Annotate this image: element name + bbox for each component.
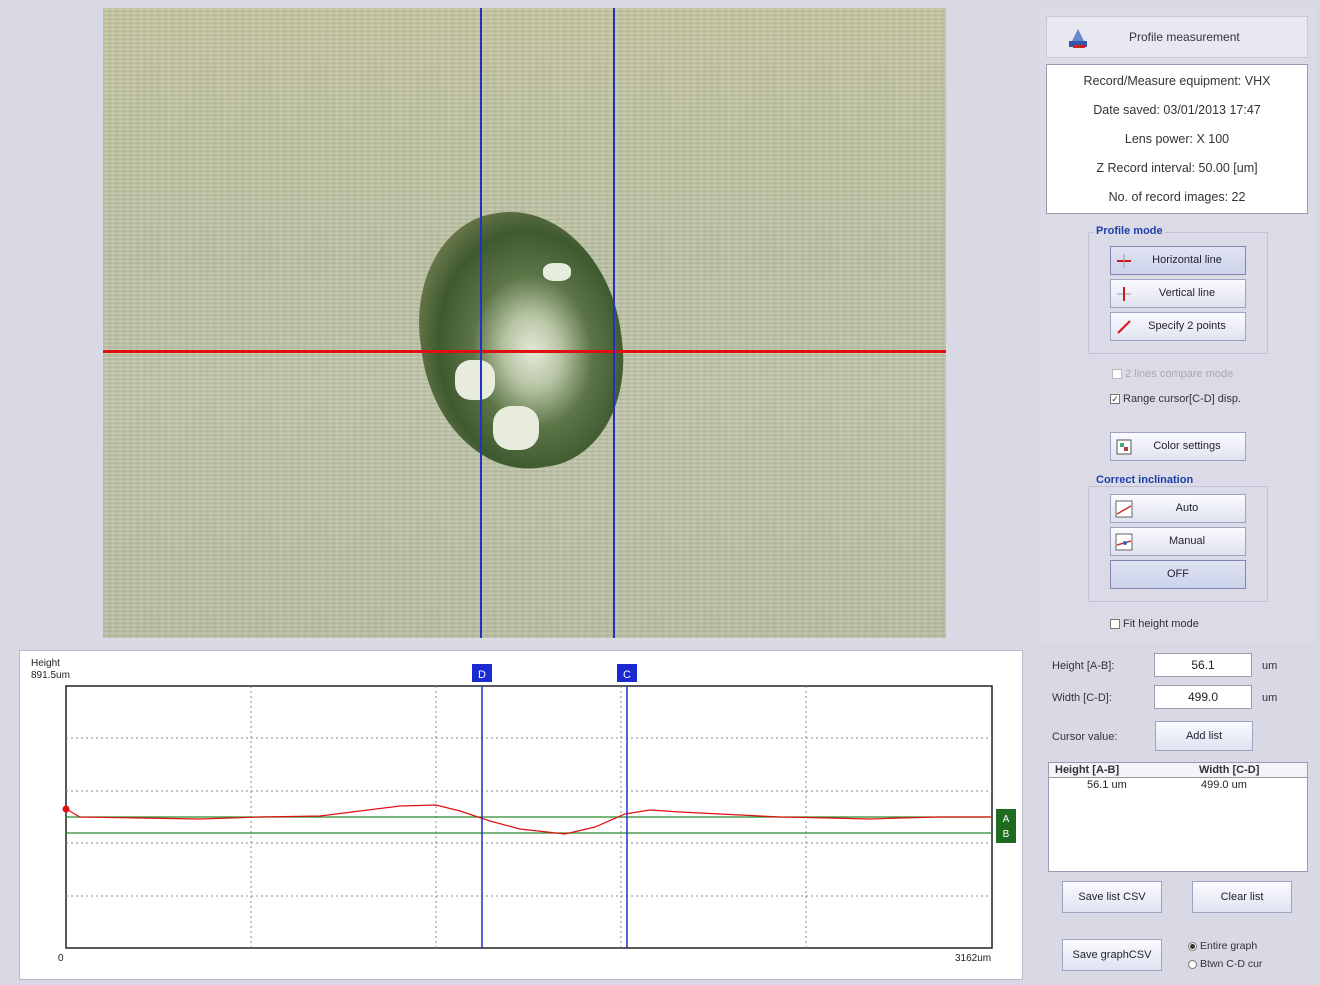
cursor-b-tab-label: B bbox=[1003, 829, 1010, 840]
cursor-c-tab-label: C bbox=[623, 669, 631, 681]
auto-inclination-icon bbox=[1115, 500, 1133, 518]
horizontal-line-button[interactable]: Horizontal line bbox=[1110, 246, 1246, 275]
list-header-height: Height [A-B] bbox=[1055, 764, 1120, 776]
cursor-value-label: Cursor value: bbox=[1052, 731, 1118, 743]
radio-selected bbox=[1188, 941, 1197, 951]
save-graph-csv-button[interactable]: Save graphCSV bbox=[1062, 939, 1162, 971]
checkbox-unchecked bbox=[1112, 369, 1122, 380]
info-date-saved: Date saved: 03/01/2013 17:47 bbox=[1093, 103, 1261, 117]
record-info-box: Record/Measure equipment: VHX Date saved… bbox=[1046, 64, 1308, 214]
list-header-width: Width [C-D] bbox=[1199, 764, 1260, 776]
cursor-a-tab-label: A bbox=[1003, 814, 1010, 825]
add-list-button[interactable]: Add list bbox=[1155, 721, 1253, 751]
width-value-field[interactable]: 499.0 bbox=[1154, 685, 1252, 709]
info-equipment: Record/Measure equipment: VHX bbox=[1083, 74, 1271, 88]
correct-inclination-label: Correct inclination bbox=[1094, 474, 1196, 486]
width-unit: um bbox=[1262, 692, 1278, 704]
microscope-image[interactable] bbox=[103, 8, 946, 638]
profile-measurement-icon bbox=[1069, 29, 1087, 48]
diagonal-line-icon bbox=[1117, 320, 1131, 334]
bright-spot bbox=[543, 263, 571, 281]
save-list-csv-button[interactable]: Save list CSV bbox=[1062, 881, 1162, 913]
radio-entire-graph[interactable]: Entire graph bbox=[1188, 940, 1257, 952]
range-cursor-checkbox[interactable]: ✓ Range cursor[C-D] disp. bbox=[1110, 393, 1241, 405]
manual-inclination-icon bbox=[1115, 533, 1133, 551]
cursor-d-tab-label: D bbox=[478, 669, 486, 681]
profile-mode-label: Profile mode bbox=[1094, 225, 1165, 237]
vertical-line-icon bbox=[1117, 287, 1131, 301]
info-z-interval: Z Record interval: 50.00 [um] bbox=[1096, 161, 1258, 175]
height-value-field[interactable]: 56.1 bbox=[1154, 653, 1252, 677]
manual-button[interactable]: Manual bbox=[1110, 527, 1246, 556]
profile-graph[interactable]: Height 891.5um 0 3162um D C A B bbox=[19, 650, 1023, 980]
profile-start-marker bbox=[62, 805, 70, 813]
measurement-list[interactable]: Height [A-B] Width [C-D] 56.1 um 499.0 u… bbox=[1048, 762, 1308, 872]
fit-height-checkbox[interactable]: Fit height mode bbox=[1110, 618, 1199, 630]
control-panel: Profile measurement Record/Measure equip… bbox=[1038, 6, 1316, 644]
radio-unselected bbox=[1188, 959, 1197, 969]
bright-spot bbox=[455, 360, 495, 400]
height-unit: um bbox=[1262, 660, 1278, 672]
checkbox-unchecked bbox=[1110, 619, 1120, 630]
cursor-c-line[interactable] bbox=[613, 8, 615, 638]
panel-title-bar: Profile measurement bbox=[1046, 16, 1308, 58]
profile-curve bbox=[65, 804, 992, 835]
clear-list-button[interactable]: Clear list bbox=[1192, 881, 1292, 913]
cursor-d-line[interactable] bbox=[480, 8, 482, 638]
info-num-images: No. of record images: 22 bbox=[1108, 190, 1246, 204]
list-item[interactable]: 56.1 um 499.0 um bbox=[1049, 778, 1307, 792]
horizontal-profile-line[interactable] bbox=[103, 350, 946, 353]
list-header: Height [A-B] Width [C-D] bbox=[1049, 763, 1307, 778]
auto-button[interactable]: Auto bbox=[1110, 494, 1246, 523]
vertical-line-button[interactable]: Vertical line bbox=[1110, 279, 1246, 308]
graph-canvas: D C A B bbox=[62, 664, 1016, 949]
specify-2-points-button[interactable]: Specify 2 points bbox=[1110, 312, 1246, 341]
height-label: Height [A-B]: bbox=[1052, 660, 1115, 672]
radio-between-cd[interactable]: Btwn C-D cur bbox=[1188, 958, 1262, 970]
checkbox-checked: ✓ bbox=[1110, 394, 1120, 405]
info-lens-power: Lens power: X 100 bbox=[1124, 132, 1230, 146]
color-settings-icon bbox=[1116, 439, 1132, 455]
panel-title: Profile measurement bbox=[1129, 30, 1240, 44]
color-settings-button[interactable]: Color settings bbox=[1110, 432, 1246, 461]
width-label: Width [C-D]: bbox=[1052, 692, 1112, 704]
off-button[interactable]: OFF bbox=[1110, 560, 1246, 589]
lines-compare-checkbox[interactable]: 2 lines compare mode bbox=[1112, 368, 1233, 380]
horizontal-line-icon bbox=[1117, 254, 1131, 268]
bright-spot bbox=[493, 406, 539, 450]
